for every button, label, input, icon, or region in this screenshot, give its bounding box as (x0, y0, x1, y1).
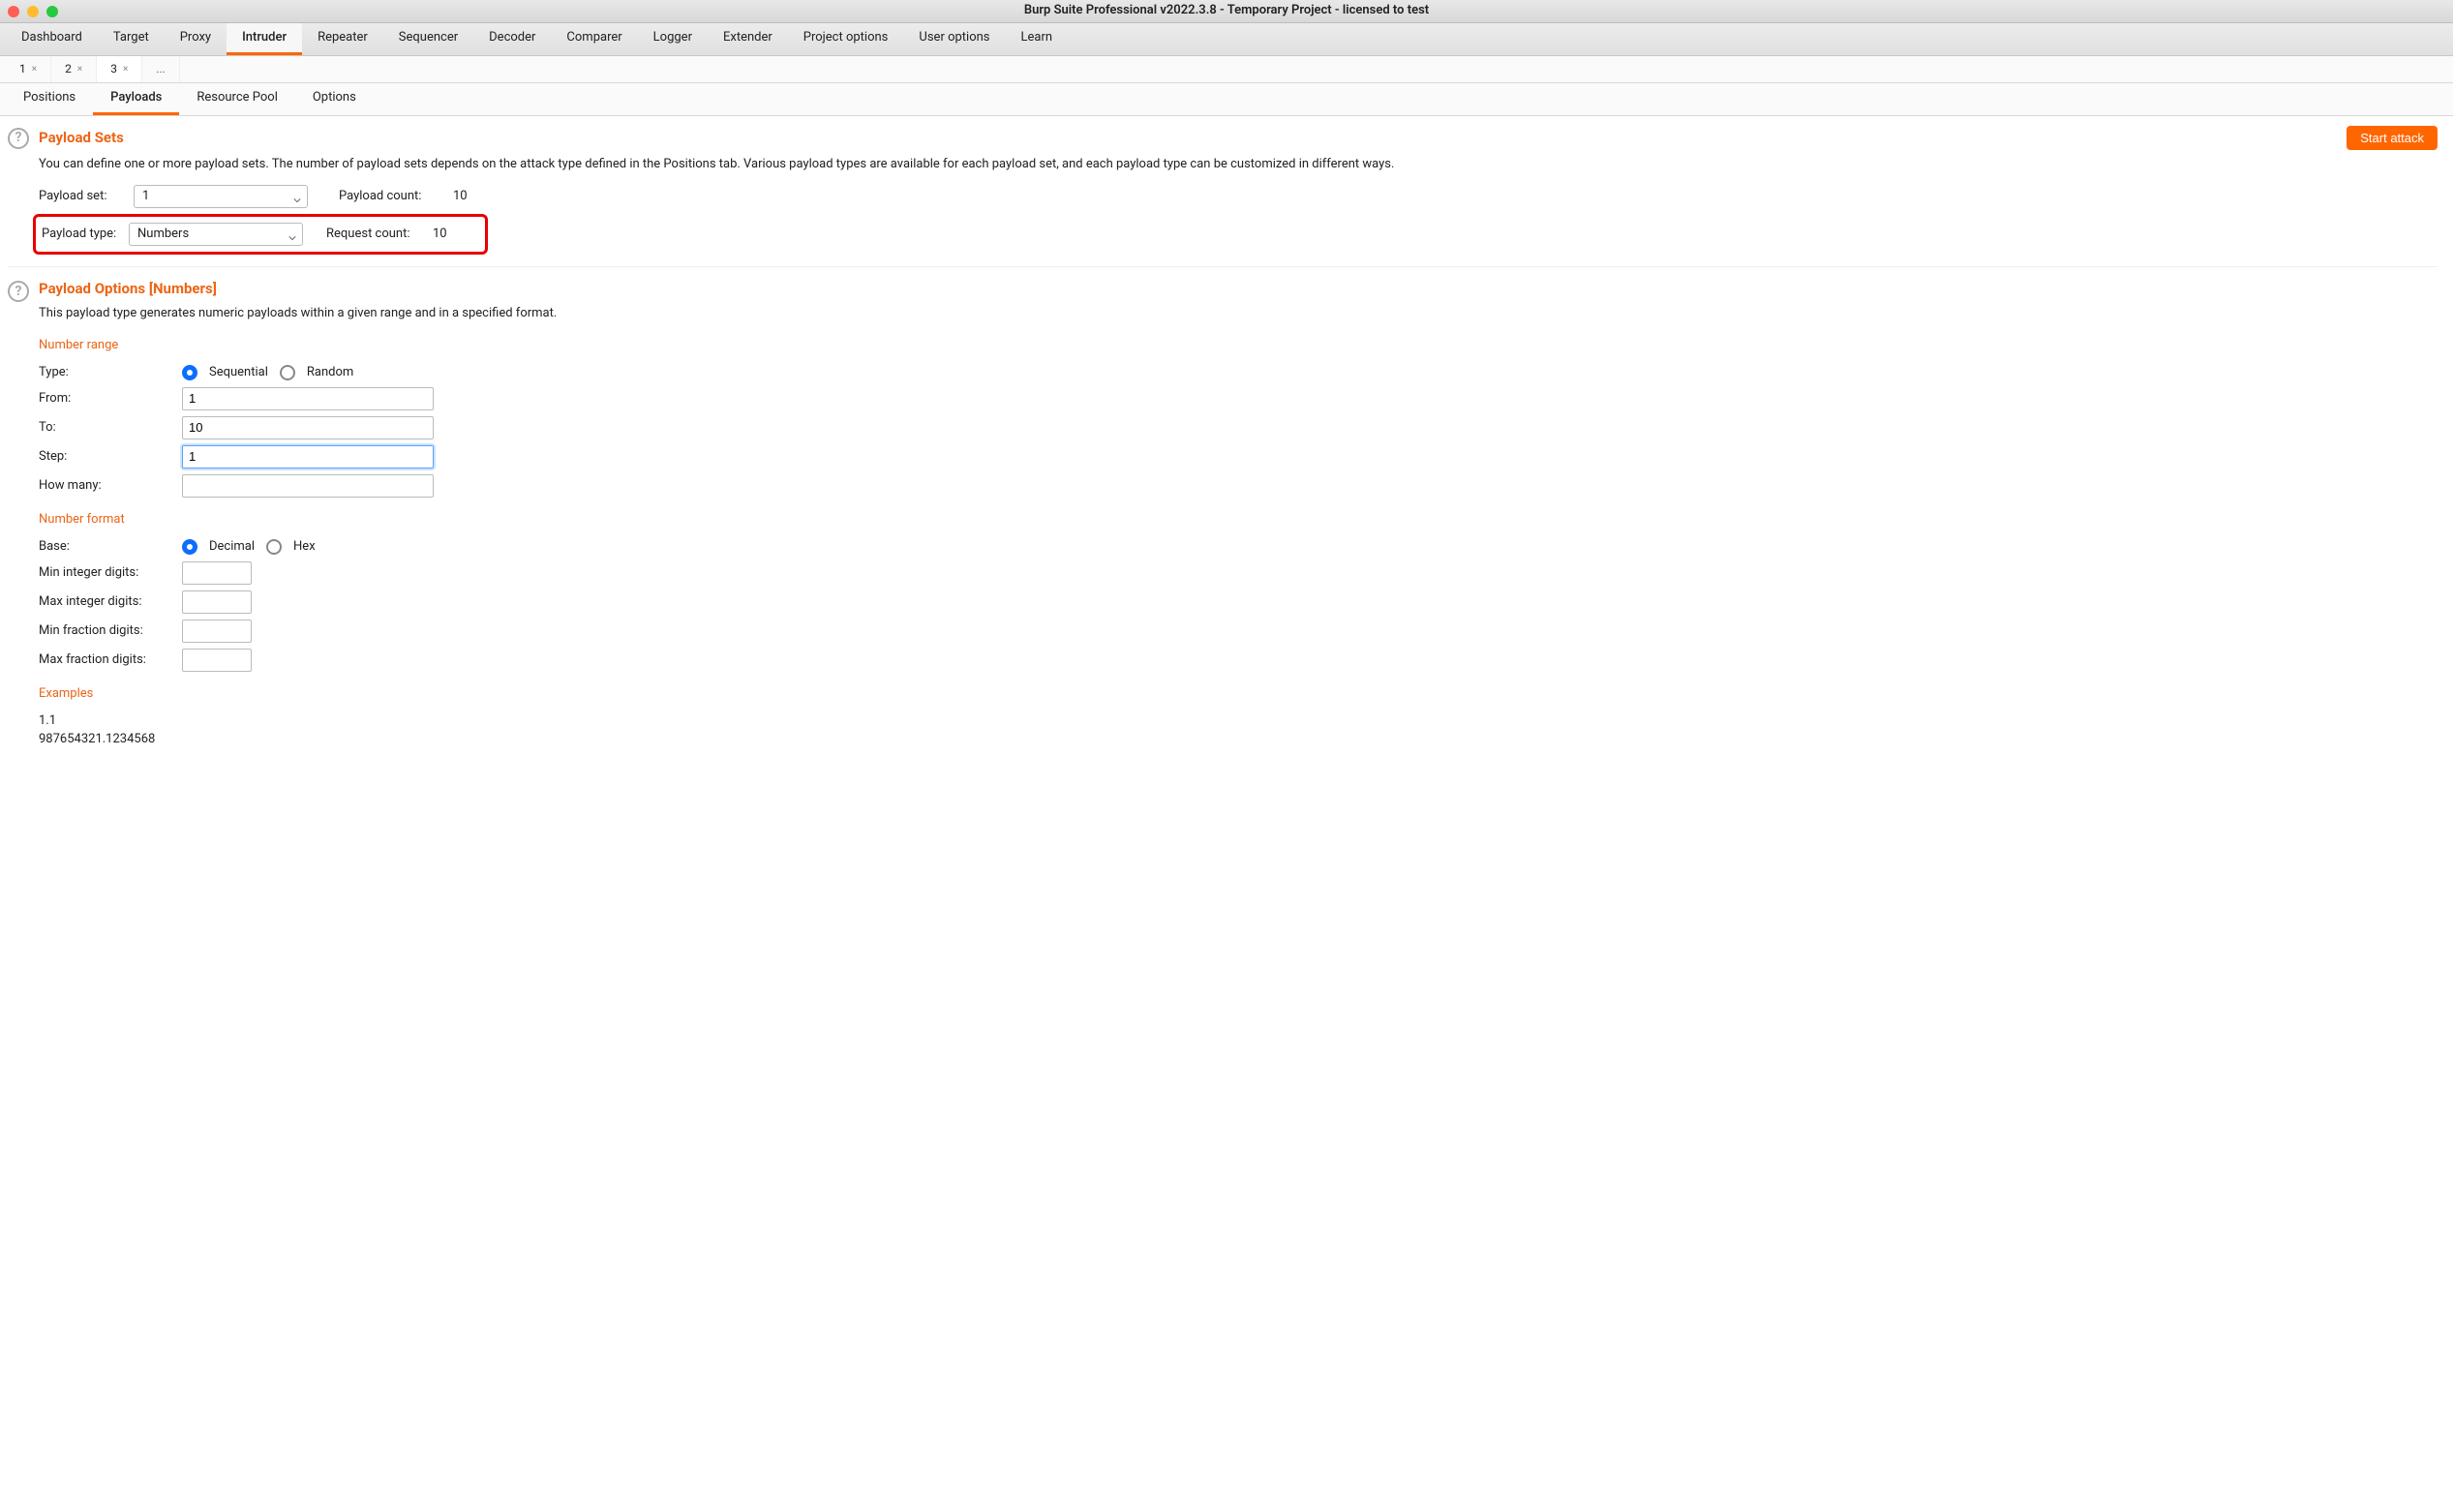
main-tab-learn[interactable]: Learn (1006, 23, 1069, 55)
radio-sequential[interactable] (182, 365, 197, 380)
from-label: From: (39, 390, 174, 408)
to-input[interactable] (182, 416, 434, 439)
examples-heading: Examples (39, 685, 2438, 703)
min-integer-digits-label: Min integer digits: (39, 564, 174, 582)
attack-tab-2[interactable]: 2 × (51, 56, 97, 82)
main-tab-extender[interactable]: Extender (708, 23, 788, 55)
radio-random[interactable] (280, 365, 295, 380)
payload-sets-section: ? Payload Sets Start attack You can defi… (8, 126, 2438, 255)
payload-set-select[interactable]: 1 (134, 185, 308, 208)
window-maximize-button[interactable] (46, 6, 58, 17)
main-tab-logger[interactable]: Logger (638, 23, 708, 55)
payload-options-title: Payload Options [Numbers] (39, 279, 217, 299)
number-range-heading: Number range (39, 337, 2438, 354)
main-tab-project-options[interactable]: Project options (788, 23, 904, 55)
close-icon[interactable]: × (123, 63, 128, 76)
main-tab-comparer[interactable]: Comparer (551, 23, 637, 55)
main-tab-target[interactable]: Target (98, 23, 165, 55)
example-value-1: 1.1 (39, 712, 2438, 730)
highlighted-payload-type-row: Payload type: Numbers Request count: 10 (33, 214, 488, 255)
window-minimize-button[interactable] (27, 6, 39, 17)
attack-tab-label: 1 (19, 61, 26, 77)
max-fraction-digits-input[interactable] (182, 649, 252, 672)
main-tab-decoder[interactable]: Decoder (473, 23, 551, 55)
main-tab-dashboard[interactable]: Dashboard (6, 23, 98, 55)
min-fraction-digits-label: Min fraction digits: (39, 622, 174, 640)
payload-type-value: Numbers (137, 226, 189, 243)
main-tabs: Dashboard Target Proxy Intruder Repeater… (0, 23, 2453, 56)
tab-resource-pool[interactable]: Resource Pool (179, 83, 295, 115)
number-format-heading: Number format (39, 511, 2438, 529)
base-label: Base: (39, 538, 174, 556)
max-fraction-digits-label: Max fraction digits: (39, 651, 174, 669)
radio-sequential-label: Sequential (209, 364, 268, 381)
tab-options[interactable]: Options (295, 83, 374, 115)
to-label: To: (39, 419, 174, 437)
radio-hex-label: Hex (293, 538, 316, 556)
attack-tab-3[interactable]: 3 × (97, 56, 142, 82)
min-integer-digits-input[interactable] (182, 561, 252, 585)
how-many-input[interactable] (182, 474, 434, 498)
payload-sets-title: Payload Sets (39, 128, 124, 148)
chevron-down-icon (288, 230, 296, 238)
radio-decimal[interactable] (182, 539, 197, 555)
step-input[interactable] (182, 445, 434, 469)
payload-count-value: 10 (453, 188, 468, 205)
help-icon[interactable]: ? (8, 281, 29, 302)
start-attack-button[interactable]: Start attack (2347, 126, 2438, 150)
main-tab-sequencer[interactable]: Sequencer (383, 23, 473, 55)
step-label: Step: (39, 448, 174, 466)
window-close-button[interactable] (8, 6, 19, 17)
main-tab-repeater[interactable]: Repeater (302, 23, 383, 55)
close-icon[interactable]: × (77, 63, 82, 76)
attack-tab-label: 2 (65, 61, 72, 77)
request-count-label: Request count: (326, 226, 433, 243)
payload-options-description: This payload type generates numeric payl… (39, 305, 2438, 322)
request-count-value: 10 (433, 226, 447, 243)
attack-tab-add[interactable]: ... (142, 56, 180, 82)
max-integer-digits-label: Max integer digits: (39, 593, 174, 611)
radio-decimal-label: Decimal (209, 538, 255, 556)
radio-random-label: Random (307, 364, 353, 381)
payload-options-section: ? Payload Options [Numbers] This payload… (8, 279, 2438, 748)
payload-count-label: Payload count: (339, 188, 445, 205)
attack-tab-1[interactable]: 1 × (6, 56, 51, 82)
attack-tab-label: 3 (110, 61, 117, 77)
intruder-subtabs: Positions Payloads Resource Pool Options (0, 83, 2453, 116)
how-many-label: How many: (39, 477, 174, 495)
example-value-2: 987654321.1234568 (39, 731, 2438, 748)
payload-sets-description: You can define one or more payload sets.… (39, 156, 2438, 173)
section-divider (8, 266, 2438, 267)
payload-type-select[interactable]: Numbers (129, 223, 303, 246)
main-tab-user-options[interactable]: User options (903, 23, 1005, 55)
min-fraction-digits-input[interactable] (182, 620, 252, 643)
help-icon[interactable]: ? (8, 128, 29, 149)
tab-positions[interactable]: Positions (6, 83, 93, 115)
attack-tabs: 1 × 2 × 3 × ... (0, 56, 2453, 83)
max-integer-digits-input[interactable] (182, 590, 252, 614)
titlebar: Burp Suite Professional v2022.3.8 - Temp… (0, 0, 2453, 23)
payload-set-value: 1 (142, 188, 149, 205)
chevron-down-icon (293, 193, 301, 200)
from-input[interactable] (182, 387, 434, 410)
main-tab-intruder[interactable]: Intruder (227, 23, 302, 55)
window-title: Burp Suite Professional v2022.3.8 - Temp… (0, 2, 2453, 19)
payload-set-label: Payload set: (39, 188, 126, 205)
close-icon[interactable]: × (32, 63, 37, 76)
main-tab-proxy[interactable]: Proxy (165, 23, 227, 55)
type-label: Type: (39, 364, 174, 381)
radio-hex[interactable] (266, 539, 282, 555)
payload-type-label: Payload type: (42, 226, 129, 243)
tab-payloads[interactable]: Payloads (93, 83, 179, 115)
